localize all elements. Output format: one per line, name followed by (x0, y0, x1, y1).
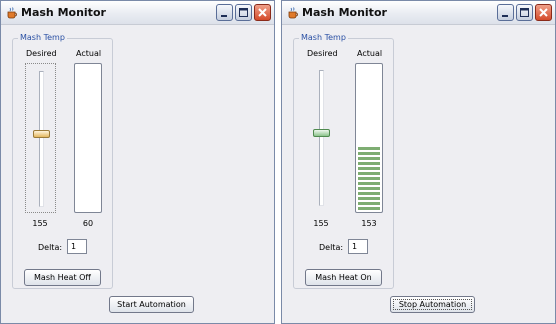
level-stripe (358, 177, 380, 180)
desired-temp-slider[interactable] (306, 63, 337, 213)
level-stripe (358, 162, 380, 165)
delta-label: Delta: (38, 243, 63, 252)
level-stripe (358, 167, 380, 170)
mash-heat-button[interactable]: Mash Heat On (305, 269, 382, 286)
level-stripe (358, 182, 380, 185)
level-stripe (358, 157, 380, 160)
desired-temp-slider[interactable] (25, 63, 56, 213)
automation-button[interactable]: Stop Automation (390, 296, 475, 313)
automation-button[interactable]: Start Automation (109, 296, 194, 313)
slider-thumb[interactable] (33, 130, 50, 138)
slider-track (39, 71, 44, 207)
minimize-button[interactable] (497, 4, 514, 21)
actual-temp-gauge (74, 63, 102, 213)
window-title: Mash Monitor (302, 6, 387, 19)
close-icon (258, 8, 267, 17)
slider-thumb[interactable] (313, 129, 330, 137)
desired-value: 155 (313, 219, 329, 228)
close-icon (539, 8, 548, 17)
actual-value: 60 (82, 219, 94, 228)
level-stripe (358, 152, 380, 155)
window-title: Mash Monitor (21, 6, 106, 19)
level-stripe (358, 147, 380, 150)
minimize-icon (221, 15, 227, 17)
title-bar[interactable]: Mash Monitor (282, 1, 555, 25)
desired-label: Desired (26, 49, 57, 58)
level-stripe (358, 187, 380, 190)
java-cup-icon (7, 7, 17, 19)
actual-value: 153 (361, 219, 377, 228)
maximize-button[interactable] (516, 4, 533, 21)
level-stripe (358, 207, 380, 210)
group-label: Mash Temp (299, 33, 348, 42)
level-stripe (358, 197, 380, 200)
desired-label: Desired (307, 49, 338, 58)
delta-input[interactable]: 1 (348, 239, 368, 254)
level-stripe (358, 202, 380, 205)
mash-monitor-window-right: Mash Monitor Mash Temp Desired Actual 15… (281, 0, 556, 324)
group-label: Mash Temp (18, 33, 67, 42)
level-stripe (358, 192, 380, 195)
maximize-button[interactable] (235, 4, 252, 21)
mash-heat-button[interactable]: Mash Heat Off (24, 269, 101, 286)
minimize-icon (502, 15, 508, 17)
title-bar[interactable]: Mash Monitor (1, 1, 274, 25)
actual-label: Actual (357, 49, 383, 58)
slider-track (319, 70, 324, 206)
delta-input[interactable]: 1 (67, 239, 87, 254)
mash-monitor-window-left: Mash Monitor Mash Temp Desired Actual 15… (0, 0, 275, 324)
actual-temp-gauge (355, 63, 383, 213)
java-cup-icon (288, 7, 298, 19)
desired-value: 155 (32, 219, 48, 228)
minimize-button[interactable] (216, 4, 233, 21)
level-stripe (358, 172, 380, 175)
maximize-icon (239, 8, 248, 17)
close-button[interactable] (535, 4, 552, 21)
maximize-icon (520, 8, 529, 17)
actual-label: Actual (76, 49, 102, 58)
delta-label: Delta: (319, 243, 344, 252)
close-button[interactable] (254, 4, 271, 21)
